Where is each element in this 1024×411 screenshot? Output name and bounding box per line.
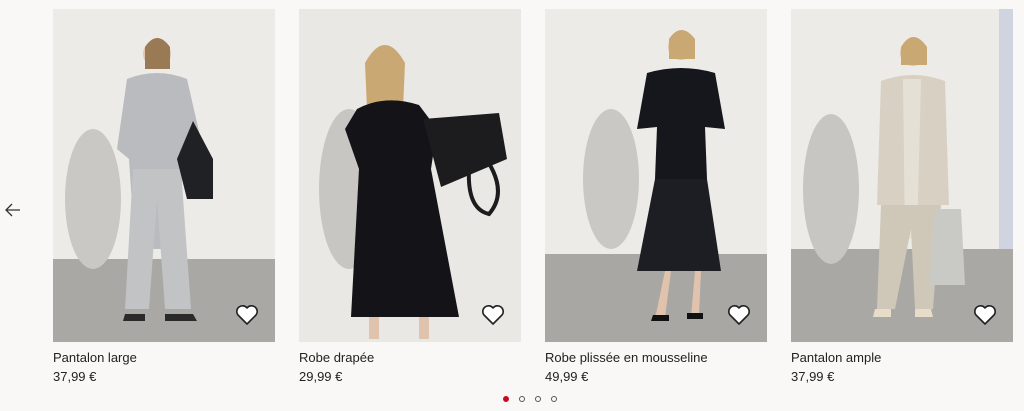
product-name[interactable]: Robe drapée xyxy=(299,350,521,366)
product-photo-illustration xyxy=(545,9,767,342)
product-image[interactable] xyxy=(299,9,521,342)
heart-outline-icon xyxy=(974,305,996,325)
product-image[interactable] xyxy=(53,9,275,342)
product-photo-illustration xyxy=(53,9,275,342)
product-price: 29,99 € xyxy=(299,369,343,384)
product-price: 49,99 € xyxy=(545,369,589,384)
product-name[interactable]: Pantalon large xyxy=(53,350,275,366)
product-card[interactable]: Robe drapée 29,99 € xyxy=(299,9,521,385)
product-photo-illustration xyxy=(791,9,1013,342)
heart-outline-icon xyxy=(236,305,258,325)
pagination-dot-3[interactable] xyxy=(535,396,541,402)
favorite-button[interactable] xyxy=(479,302,507,328)
product-card[interactable]: Pantalon large 37,99 € xyxy=(53,9,275,385)
product-name[interactable]: Pantalon ample xyxy=(791,350,1013,366)
heart-outline-icon xyxy=(728,305,750,325)
product-photo-illustration xyxy=(299,9,521,342)
product-price: 37,99 € xyxy=(791,369,835,384)
product-card[interactable]: Pantalon ample 37,99 € xyxy=(791,9,1013,385)
pagination-dot-4[interactable] xyxy=(551,396,557,402)
product-image[interactable] xyxy=(791,9,1013,342)
heart-outline-icon xyxy=(482,305,504,325)
pagination-dot-2[interactable] xyxy=(519,396,525,402)
favorite-button[interactable] xyxy=(233,302,261,328)
product-card[interactable]: Robe plissée en mousseline 49,99 € xyxy=(545,9,767,385)
product-price: 37,99 € xyxy=(53,369,97,384)
product-image[interactable] xyxy=(545,9,767,342)
favorite-button[interactable] xyxy=(971,302,999,328)
product-carousel: Pantalon large 37,99 € Robe drapée 29,99… xyxy=(0,0,1024,411)
carousel-pagination xyxy=(503,396,557,402)
favorite-button[interactable] xyxy=(725,302,753,328)
product-name[interactable]: Robe plissée en mousseline xyxy=(545,350,767,366)
pagination-dot-1[interactable] xyxy=(503,396,509,402)
